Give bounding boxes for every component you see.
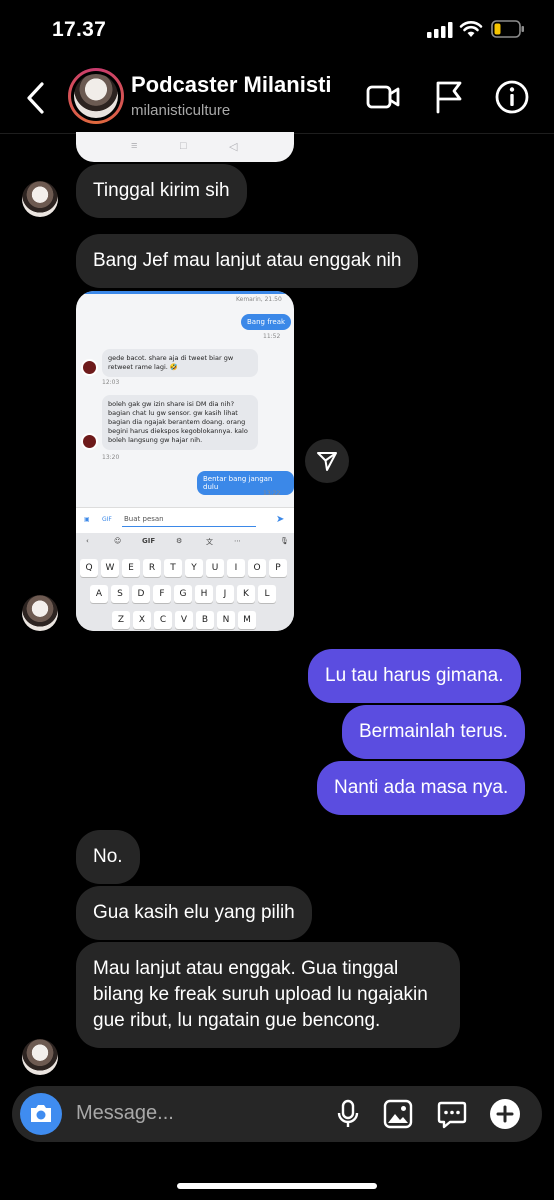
keyboard-key: O (248, 559, 266, 577)
microphone-icon[interactable] (332, 1098, 364, 1130)
keyboard-key: U (206, 559, 224, 577)
shared-screenshot-image[interactable]: Kemarin, 21.50 Bang freak 11:52 gede bac… (76, 291, 294, 631)
message-input[interactable]: Message... (76, 1102, 174, 1125)
keyboard-key: X (133, 611, 151, 629)
sticker-icon[interactable] (436, 1098, 468, 1130)
keyboard-key: M (238, 611, 256, 629)
gif-icon: GIF (102, 516, 112, 523)
keyboard-key: Q (80, 559, 98, 577)
screenshot-time: 11:52 (263, 333, 281, 340)
camera-button[interactable] (20, 1093, 62, 1135)
camera-icon (31, 1105, 51, 1122)
contact-name[interactable]: Podcaster Milanisti (131, 72, 332, 98)
message-bubble[interactable]: Gua kasih elu yang pilih (76, 886, 312, 940)
previous-shared-image[interactable]: ≡ □ ◁ (76, 132, 294, 162)
keyboard-key: A (90, 585, 108, 603)
send-icon (317, 452, 337, 471)
message-bubble[interactable]: No. (76, 830, 140, 884)
share-button[interactable] (305, 439, 349, 483)
keyboard-key: T (164, 559, 182, 577)
screenshot-input-bar: ▣ GIF Buat pesan ➤ (76, 507, 294, 533)
screenshot-input-placeholder: Buat pesan (124, 515, 164, 523)
sender-avatar[interactable] (22, 595, 58, 631)
video-call-icon[interactable] (364, 78, 402, 116)
sender-avatar[interactable] (22, 181, 58, 217)
contact-username[interactable]: milanisticulture (131, 102, 230, 119)
image-icon: ▣ (84, 516, 90, 523)
keyboard-key: J (216, 585, 234, 603)
wifi-icon (459, 21, 483, 37)
screenshot-avatar (81, 433, 98, 450)
message-bubble[interactable]: Nanti ada masa nya. (317, 761, 526, 815)
keyboard-key: P (269, 559, 287, 577)
keyboard-key: H (195, 585, 213, 603)
message-bubble[interactable]: Tinggal kirim sih (76, 164, 247, 218)
keyboard-key: R (143, 559, 161, 577)
keyboard-key: F (153, 585, 171, 603)
status-time: 17.37 (52, 18, 107, 41)
profile-avatar[interactable] (68, 68, 124, 124)
screenshot-time: 12:03 (102, 379, 120, 386)
home-indicator (177, 1183, 377, 1189)
keyboard-key: W (101, 559, 119, 577)
screenshot-time: 13:22 (263, 490, 281, 497)
keyboard-key: D (132, 585, 150, 603)
flag-icon[interactable] (430, 78, 468, 116)
keyboard-key: G (174, 585, 192, 603)
sender-avatar[interactable] (22, 1039, 58, 1075)
screenshot-date: Kemarin, 21.50 (236, 296, 282, 303)
keyboard-key: L (258, 585, 276, 603)
screenshot-keyboard: ‹ ☺ GIF ⚙ 文 ⋯ 🎙 QWERTYUIOPASDFGHJKLZXCVB… (76, 533, 294, 631)
message-bubble[interactable]: Lu tau harus gimana. (308, 649, 521, 703)
keyboard-key: Y (185, 559, 203, 577)
keyboard-key: N (217, 611, 235, 629)
chat-header: Podcaster Milanisti milanisticulture (0, 62, 554, 134)
screenshot-bubble: boleh gak gw izin share isi DM dia nih? … (102, 395, 258, 450)
back-icon[interactable] (22, 78, 52, 118)
message-bubble[interactable]: Mau lanjut atau enggak. Gua tinggal bila… (76, 942, 460, 1048)
keyboard-key: S (111, 585, 129, 603)
status-bar: 17.37 (0, 0, 554, 58)
cellular-signal-icon (427, 22, 453, 38)
keyboard-key: I (227, 559, 245, 577)
keyboard-key: V (175, 611, 193, 629)
screenshot-bubble: Bang freak (241, 314, 292, 330)
keyboard-gif-label: GIF (142, 537, 156, 545)
screenshot-bubble: gede bacot. share aja di tweet biar gw r… (102, 349, 258, 377)
screenshot-avatar (81, 359, 98, 376)
screenshot-time: 13:20 (102, 454, 120, 461)
keyboard-key: E (122, 559, 140, 577)
keyboard-key: Z (112, 611, 130, 629)
keyboard-key: B (196, 611, 214, 629)
gallery-icon[interactable] (382, 1098, 414, 1130)
keyboard-key: C (154, 611, 172, 629)
battery-icon (491, 20, 524, 38)
message-bubble[interactable]: Bermainlah terus. (342, 705, 525, 759)
send-icon: ➤ (276, 514, 285, 525)
message-bubble[interactable]: Bang Jef mau lanjut atau enggak nih (76, 234, 419, 288)
keyboard-key: K (237, 585, 255, 603)
info-icon[interactable] (493, 78, 531, 116)
message-composer: Message... (12, 1086, 542, 1142)
add-icon[interactable] (489, 1098, 521, 1130)
